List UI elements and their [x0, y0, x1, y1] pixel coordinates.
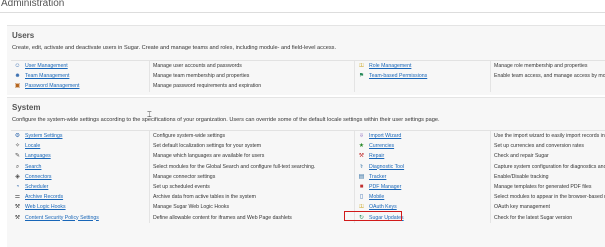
admin-row: ✧ Locale Set default localization settings… — [11, 141, 605, 151]
archive-records-link[interactable]: Archive Records — [25, 192, 145, 202]
logic-hooks-icon: ⚒ — [14, 204, 21, 211]
diagnostic-tool-description: Capture system configuration for diagnos… — [494, 163, 605, 170]
users-panel: Users Create, edit, activate and deactiv… — [7, 25, 605, 95]
web-logic-hooks-description: Manage Sugar Web Logic Hooks — [153, 204, 230, 211]
languages-link[interactable]: Languages — [25, 151, 145, 161]
diagnostic-icon: ⚕ — [359, 163, 364, 170]
admin-row: ☻ Team Management Manage team membership a… — [11, 71, 605, 81]
tracker-link[interactable]: Tracker — [369, 172, 479, 182]
users-panel-title: Users — [12, 31, 35, 40]
content-security-policy-settings-description: Define allowable content for iframes and… — [153, 214, 292, 221]
locale-description: Set default localization settings for yo… — [153, 143, 262, 150]
team-based-permissions-description: Enable team access, and manage access by… — [494, 73, 605, 80]
system-panel-description: Configure the system-wide settings accor… — [12, 117, 440, 123]
diagnostic-tool-link[interactable]: Diagnostic Tool — [369, 162, 479, 172]
locale-icon: ✧ — [14, 143, 21, 150]
admin-row: ◔ Scheduler Set up scheduled events ■ PDF Ma… — [11, 182, 605, 192]
password-icon: ▣ — [14, 83, 21, 90]
team-based-permissions-link[interactable]: Team-based Permissions — [369, 71, 479, 81]
archive-records-description: Archive data from active tables in the s… — [153, 194, 256, 201]
mouse-cursor-icon: ⌶ — [147, 110, 152, 119]
currencies-description: Set up currencies and conversion rates — [494, 143, 584, 150]
currency-icon: ★ — [358, 143, 365, 150]
admin-row: ☺ User Management Manage user accounts and… — [11, 61, 605, 71]
scheduler-description: Set up scheduled events — [153, 183, 210, 190]
settings-icon: ⚙ — [14, 133, 21, 139]
users-grid: ☺ User Management Manage user accounts and… — [11, 60, 605, 92]
password-management-description: Manage password requirements and expirat… — [153, 83, 262, 90]
tracker-description: Enable/Disable tracking — [494, 173, 549, 180]
archive-icon: ☰ — [14, 194, 21, 201]
mobile-description: Select modules to appear in the browser-… — [494, 194, 605, 201]
mobile-icon: ▯ — [359, 194, 364, 201]
system-settings-description: Configure system-wide settings — [153, 133, 226, 139]
role-management-description: Manage role membership and properties — [494, 63, 588, 69]
user-management-link[interactable]: User Management — [25, 61, 145, 71]
pdf-manager-link[interactable]: PDF Manager — [369, 182, 479, 192]
admin-row: ✎ Languages Manage which languages are ava… — [11, 151, 605, 161]
role-management-link[interactable]: Role Management — [369, 61, 479, 71]
import-icon: ⇩ — [358, 133, 365, 139]
import-wizard-description: Use the import wizard to easily import r… — [494, 133, 605, 139]
sugar-updates-description: Check for the latest Sugar version — [494, 214, 573, 221]
mobile-link[interactable]: Mobile — [369, 192, 479, 202]
search-icon: ⌕ — [15, 163, 20, 170]
pdf-icon: ■ — [359, 183, 364, 190]
admin-row: ⚒ Web Logic Hooks Manage Sugar Web Logic H… — [11, 202, 605, 212]
system-panel-title: System — [12, 103, 41, 112]
search-link[interactable]: Search — [25, 162, 145, 172]
search-description: Select modules for the Global Search and… — [153, 163, 316, 170]
admin-row: ☰ Archive Records Archive data from active… — [11, 192, 605, 202]
repair-link[interactable]: Repair — [369, 151, 479, 161]
connectors-link[interactable]: Connectors — [25, 172, 145, 182]
team-icon: ☻ — [14, 73, 21, 80]
repair-description: Check and repair Sugar — [494, 153, 549, 160]
repair-icon: ⚒ — [358, 153, 365, 160]
connectors-description: Manage connector settings — [153, 173, 216, 180]
users-panel-description: Create, edit, activate and deactivate us… — [12, 45, 337, 51]
languages-description: Manage which languages are available for… — [153, 153, 265, 160]
user-management-description: Manage user accounts and passwords — [153, 63, 242, 69]
content-security-policy-settings-link[interactable]: Content Security Policy Settings — [25, 213, 145, 223]
users-icon: ☺ — [14, 63, 21, 69]
admin-row: ▣ Password Management Manage password requ… — [11, 81, 605, 91]
tracker-icon: ▤ — [358, 173, 365, 180]
team-management-link[interactable]: Team Management — [25, 71, 145, 81]
oauth-keys-highlight — [344, 211, 402, 221]
admin-row: ⚙ System Settings Configure system-wide se… — [11, 131, 605, 141]
pdf-manager-description: Manage templates for generated PDF files — [494, 183, 592, 190]
key-icon: ⚿ — [359, 63, 364, 69]
team-permissions-icon: ⚑ — [358, 73, 365, 80]
password-management-link[interactable]: Password Management — [25, 81, 145, 91]
connectors-icon: ◈ — [15, 173, 20, 180]
oauth-key-icon: ⚿ — [359, 204, 364, 211]
oauth-keys-description: OAuth key management — [494, 204, 550, 211]
page-title: Administration — [1, 0, 65, 9]
locale-link[interactable]: Locale — [25, 141, 145, 151]
system-settings-link[interactable]: System Settings — [25, 131, 145, 141]
admin-row: ⌕ Search Select modules for the Global Sea… — [11, 162, 605, 172]
admin-row: ⚒ Content Security Policy Settings Define … — [11, 213, 605, 223]
team-management-description: Manage team membership and properties — [153, 73, 250, 80]
scheduler-icon: ◔ — [15, 183, 20, 190]
system-grid: ⚙ System Settings Configure system-wide se… — [11, 130, 605, 223]
languages-icon: ✎ — [14, 153, 21, 160]
title-divider — [0, 12, 605, 13]
scheduler-link[interactable]: Scheduler — [25, 182, 145, 192]
admin-row: ◈ Connectors Manage connector settings ▤ Tra… — [11, 172, 605, 182]
web-logic-hooks-link[interactable]: Web Logic Hooks — [25, 202, 145, 212]
security-policy-icon: ⚒ — [14, 214, 21, 221]
currencies-link[interactable]: Currencies — [369, 141, 479, 151]
import-wizard-link[interactable]: Import Wizard — [369, 131, 479, 141]
system-panel: System Configure the system-wide setting… — [7, 97, 605, 247]
